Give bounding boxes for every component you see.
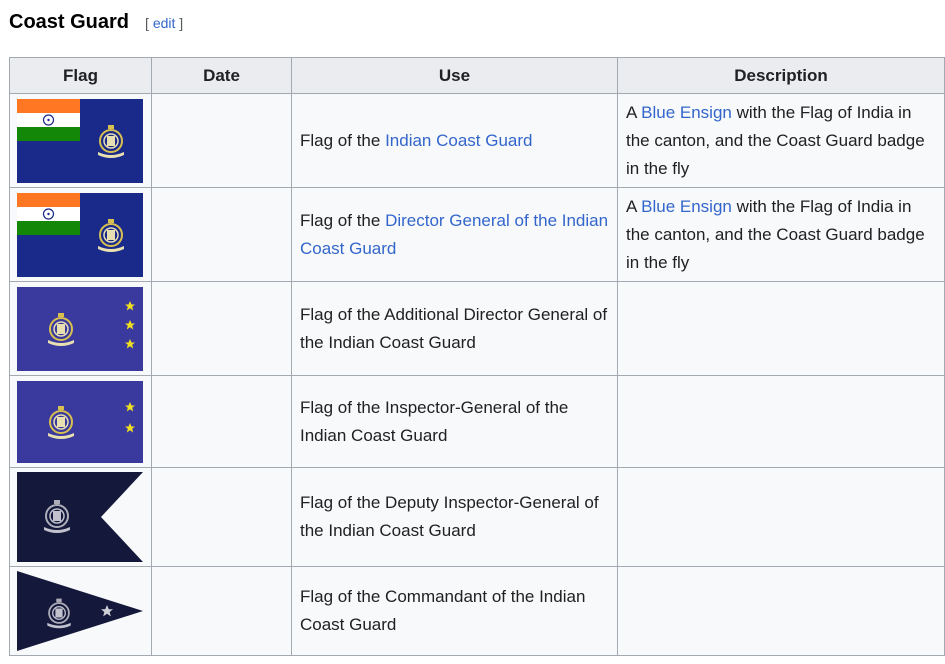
date-cell [151, 187, 292, 282]
use-cell: Flag of the Additional Director General … [291, 281, 618, 376]
table-row: Flag of the Deputy Inspector-General of … [9, 467, 945, 567]
use-cell: Flag of the Commandant of the Indian Coa… [291, 566, 618, 656]
use-link[interactable]: Indian Coast Guard [385, 131, 532, 150]
ensign-flag-icon[interactable] [17, 192, 143, 277]
flag-cell [9, 566, 152, 656]
flag-cell [9, 187, 152, 282]
blue-ensign-link[interactable]: Blue Ensign [641, 197, 732, 216]
blue-ensign-link[interactable]: Blue Ensign [641, 103, 732, 122]
use-cell: Flag of the Deputy Inspector-General of … [291, 467, 618, 567]
edit-link[interactable]: edit [153, 15, 176, 31]
use-cell: Flag of the Indian Coast Guard [291, 93, 618, 188]
edit-bracket-open: [ [145, 15, 149, 31]
table-row: Flag of the Director General of the Indi… [9, 187, 945, 282]
header-description[interactable]: Description [617, 57, 945, 94]
header-flag[interactable]: Flag [9, 57, 152, 94]
flag-cell [9, 467, 152, 567]
desc-prefix: A [626, 196, 642, 216]
ensign-flag-icon[interactable] [17, 98, 143, 183]
table-row: Flag of the Additional Director General … [9, 281, 945, 376]
triangular-pennant-icon[interactable] [17, 571, 143, 651]
date-cell [151, 93, 292, 188]
date-cell [151, 467, 292, 567]
table-row: Flag of the Indian Coast Guard A Blue En… [9, 93, 945, 188]
three-star-flag-icon[interactable] [17, 286, 143, 371]
flags-table: Flag Date Use Description Flag of the In… [9, 57, 945, 656]
two-star-flag-icon[interactable] [17, 380, 143, 463]
description-cell: A Blue Ensign with the Flag of India in … [617, 187, 945, 282]
flag-cell [9, 281, 152, 376]
use-cell: Flag of the Director General of the Indi… [291, 187, 618, 282]
use-text: Flag of the [300, 130, 386, 150]
flag-cell [9, 93, 152, 188]
date-cell [151, 281, 292, 376]
date-cell [151, 375, 292, 468]
use-cell: Flag of the Inspector-General of the Ind… [291, 375, 618, 468]
flag-cell [9, 375, 152, 468]
desc-prefix: A [626, 102, 642, 122]
description-cell [617, 566, 945, 656]
description-cell [617, 375, 945, 468]
section-title: Coast Guard [9, 11, 130, 33]
table-row: Flag of the Inspector-General of the Ind… [9, 375, 945, 468]
edit-section: [ edit ] [145, 15, 183, 31]
date-cell [151, 566, 292, 656]
description-cell [617, 281, 945, 376]
swallowtail-pennant-icon[interactable] [17, 472, 143, 562]
section-heading: Coast Guard [ edit ] [9, 9, 183, 37]
header-date[interactable]: Date [151, 57, 292, 94]
table-row: Flag of the Commandant of the Indian Coa… [9, 566, 945, 656]
header-use[interactable]: Use [291, 57, 618, 94]
edit-bracket-close: ] [179, 15, 184, 31]
description-cell [617, 467, 945, 567]
description-cell: A Blue Ensign with the Flag of India in … [617, 93, 945, 188]
use-text: Flag of the [300, 210, 386, 230]
table-header-row: Flag Date Use Description [9, 57, 945, 94]
